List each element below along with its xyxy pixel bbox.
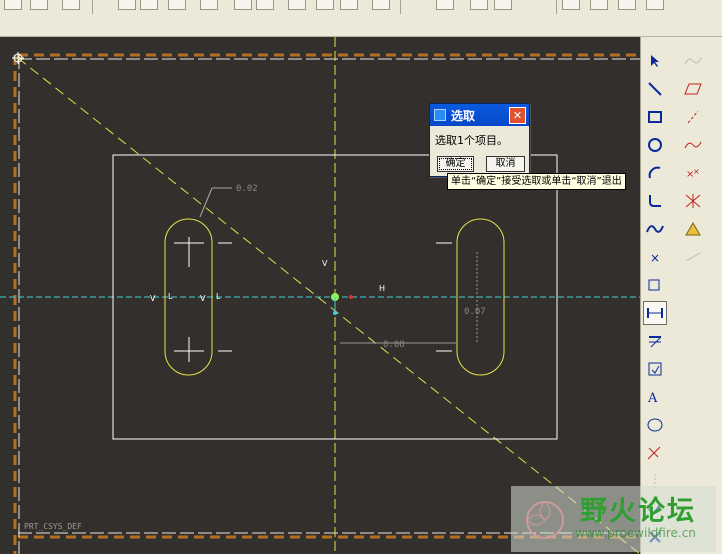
view-manager-icon[interactable] bbox=[316, 0, 334, 10]
rectangle-icon[interactable] bbox=[643, 105, 667, 129]
centerline-icon[interactable] bbox=[681, 105, 705, 129]
diagonal-centerline bbox=[17, 57, 640, 554]
palette-pattern-icon[interactable] bbox=[681, 217, 705, 241]
zoom-out-icon[interactable] bbox=[168, 0, 186, 10]
close-icon[interactable]: ✕ bbox=[509, 107, 526, 124]
spline-disabled-icon bbox=[681, 49, 705, 73]
redo-icon[interactable] bbox=[62, 0, 80, 10]
dialog-window-icon bbox=[434, 109, 446, 121]
flower-logo-icon bbox=[526, 501, 564, 539]
ok-button[interactable]: 确定 bbox=[437, 156, 474, 172]
dim-top-value: 0.02 bbox=[236, 184, 258, 194]
display-dims-icon[interactable] bbox=[562, 0, 580, 10]
constraint-v-label-left-1: V bbox=[150, 294, 156, 303]
origin-point bbox=[331, 293, 353, 315]
line-icon[interactable] bbox=[643, 77, 667, 101]
constraint-l-label-left-1: L bbox=[168, 292, 173, 301]
coordinate-system-icon[interactable] bbox=[681, 189, 705, 213]
layer-icon[interactable] bbox=[288, 0, 306, 10]
display-vertices-icon[interactable] bbox=[646, 0, 664, 10]
window-icon[interactable] bbox=[4, 0, 22, 10]
tooltip: 单击“确定”接受选取或单击“取消”退出 bbox=[447, 173, 626, 190]
forum-watermark: 野火论坛 www.proewildfire.cn bbox=[511, 486, 716, 552]
shading-icon[interactable] bbox=[372, 0, 390, 10]
datum-plane-icon[interactable] bbox=[470, 0, 488, 10]
constraint-l-label-left-2: L bbox=[216, 292, 221, 301]
repaint-icon[interactable] bbox=[200, 0, 218, 10]
modify-icon[interactable] bbox=[643, 329, 667, 353]
dialog-message: 选取1个项目。 bbox=[435, 134, 508, 147]
dim-horizontal-value: 0.08 bbox=[383, 340, 405, 350]
watermark-url: www.proewildfire.cn bbox=[575, 526, 696, 540]
dim-top-leader bbox=[199, 187, 213, 218]
hidden-line-icon[interactable] bbox=[436, 0, 454, 10]
spline-icon[interactable] bbox=[643, 217, 667, 241]
dimension-icon[interactable] bbox=[643, 301, 667, 325]
top-toolbar bbox=[0, 0, 722, 37]
palette-icon[interactable] bbox=[643, 413, 667, 437]
csys-label: PRT_CSYS_DEF bbox=[24, 522, 82, 531]
constraint-v-label-left-2: V bbox=[200, 294, 206, 303]
sketch-tools-toolbar: × × × A bbox=[640, 37, 722, 554]
display-grid-icon[interactable] bbox=[618, 0, 636, 10]
zoom-in-icon[interactable] bbox=[140, 0, 158, 10]
undo-icon[interactable] bbox=[30, 0, 48, 10]
wireframe-icon[interactable] bbox=[340, 0, 358, 10]
watermark-site-name: 野火论坛 bbox=[580, 496, 696, 527]
fillet-icon[interactable] bbox=[643, 189, 667, 213]
sketch-graphics: 0.02 0.07 0.08 V H V L V L PRT_CSYS_DEF bbox=[0, 37, 640, 554]
circle-icon[interactable] bbox=[643, 133, 667, 157]
svg-text:×: × bbox=[650, 251, 660, 264]
constraint-v-label: V bbox=[322, 259, 328, 268]
cancel-button[interactable]: 取消 bbox=[486, 156, 525, 172]
arc-icon[interactable] bbox=[643, 161, 667, 185]
construction-points-icon[interactable]: × × bbox=[681, 161, 705, 185]
constraint-h-label: H bbox=[379, 284, 385, 293]
axis-of-revolution-icon[interactable] bbox=[681, 245, 705, 269]
orient-icon[interactable] bbox=[234, 0, 252, 10]
constraints-icon[interactable] bbox=[643, 357, 667, 381]
select-arrow-icon[interactable] bbox=[643, 49, 667, 73]
parallelogram-icon[interactable] bbox=[681, 77, 705, 101]
text-icon[interactable]: A bbox=[643, 385, 667, 409]
refit-icon[interactable] bbox=[118, 0, 136, 10]
svg-text:A: A bbox=[647, 391, 658, 405]
dim-vertical-value: 0.07 bbox=[464, 307, 486, 317]
curve-icon[interactable] bbox=[681, 133, 705, 157]
offset-edge-icon[interactable] bbox=[643, 273, 667, 297]
trim-icon[interactable] bbox=[643, 441, 667, 465]
datum-axis-icon[interactable] bbox=[494, 0, 512, 10]
svg-text:×: × bbox=[693, 167, 700, 176]
point-icon[interactable]: × bbox=[643, 245, 667, 269]
sketch-canvas[interactable]: 0.02 0.07 0.08 V H V L V L PRT_CSYS_DEF bbox=[0, 37, 640, 554]
display-constraints-icon[interactable] bbox=[590, 0, 608, 10]
select-dialog: 选取 ✕ 选取1个项目。 确定 取消 bbox=[429, 103, 530, 177]
saved-view-icon[interactable] bbox=[256, 0, 274, 10]
dialog-title: 选取 bbox=[451, 108, 476, 123]
